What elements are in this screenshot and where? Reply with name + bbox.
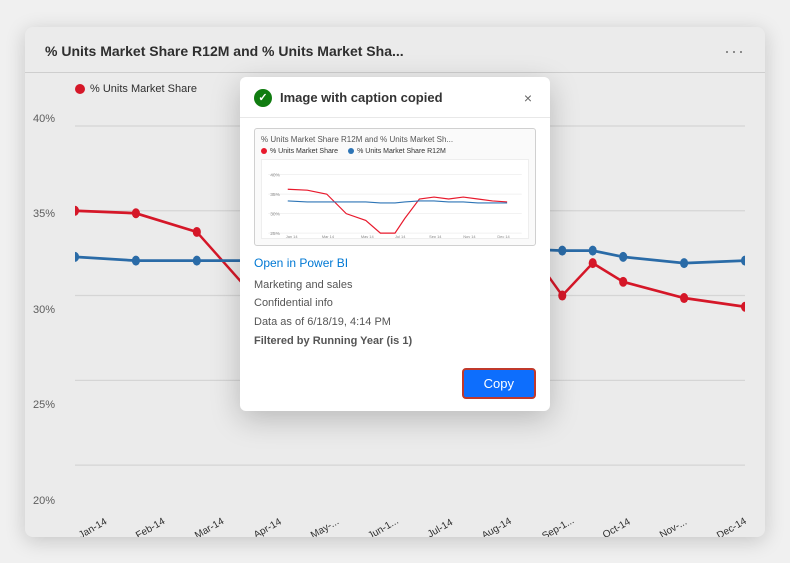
preview-legend-label-blue: % Units Market Share R12M <box>357 148 446 155</box>
svg-text:Dec 14: Dec 14 <box>497 234 510 238</box>
modal-header: Image with caption copied × <box>240 77 550 118</box>
filtered-by-value: Running Year <box>313 335 384 347</box>
preview-legend-red: % Units Market Share <box>261 148 338 155</box>
preview-legend-label-red: % Units Market Share <box>270 148 338 155</box>
modal-overlay: Image with caption copied × % Units Mark… <box>25 27 765 537</box>
meta-line4: Filtered by Running Year (is 1) <box>254 332 536 351</box>
meta-line1: Marketing and sales <box>254 276 536 295</box>
chart-preview: % Units Market Share R12M and % Units Ma… <box>254 128 536 246</box>
preview-legend: % Units Market Share % Units Market Shar… <box>261 148 529 155</box>
mini-chart: 40% 35% 30% 25% Jan 14 Mar 14 May 14 <box>261 159 529 239</box>
preview-legend-blue: % Units Market Share R12M <box>348 148 446 155</box>
open-in-powerbi-link[interactable]: Open in Power BI <box>254 256 536 270</box>
modal-title: Image with caption copied <box>280 90 443 105</box>
modal-close-button[interactable]: × <box>520 89 536 107</box>
meta-line3: Data as of 6/18/19, 4:14 PM <box>254 313 536 332</box>
filtered-by-suffix: (is 1) <box>383 335 412 347</box>
svg-text:May 14: May 14 <box>361 234 375 238</box>
main-window: % Units Market Share R12M and % Units Ma… <box>25 27 765 537</box>
modal-title-row: Image with caption copied <box>254 89 443 107</box>
preview-dot-blue <box>348 148 354 154</box>
filtered-by-prefix: Filtered by <box>254 335 313 347</box>
svg-text:40%: 40% <box>270 172 280 178</box>
svg-text:Sep 14: Sep 14 <box>429 234 442 238</box>
svg-text:35%: 35% <box>270 192 280 198</box>
preview-title: % Units Market Share R12M and % Units Ma… <box>261 135 529 144</box>
svg-text:Nov 14: Nov 14 <box>463 234 476 238</box>
svg-text:Mar 14: Mar 14 <box>322 234 335 238</box>
modal-body: % Units Market Share R12M and % Units Ma… <box>240 118 550 361</box>
svg-text:25%: 25% <box>270 231 280 237</box>
svg-text:Jul 14: Jul 14 <box>395 234 406 238</box>
copy-button[interactable]: Copy <box>462 368 536 399</box>
modal-metadata: Marketing and sales Confidential info Da… <box>254 276 536 351</box>
meta-line2: Confidential info <box>254 294 536 313</box>
success-check-icon <box>254 89 272 107</box>
copy-modal: Image with caption copied × % Units Mark… <box>240 77 550 412</box>
svg-text:Jan 14: Jan 14 <box>286 234 299 238</box>
modal-footer: Copy <box>240 360 550 411</box>
mini-chart-svg: 40% 35% 30% 25% Jan 14 Mar 14 May 14 <box>262 160 528 238</box>
svg-text:30%: 30% <box>270 211 280 217</box>
preview-dot-red <box>261 148 267 154</box>
